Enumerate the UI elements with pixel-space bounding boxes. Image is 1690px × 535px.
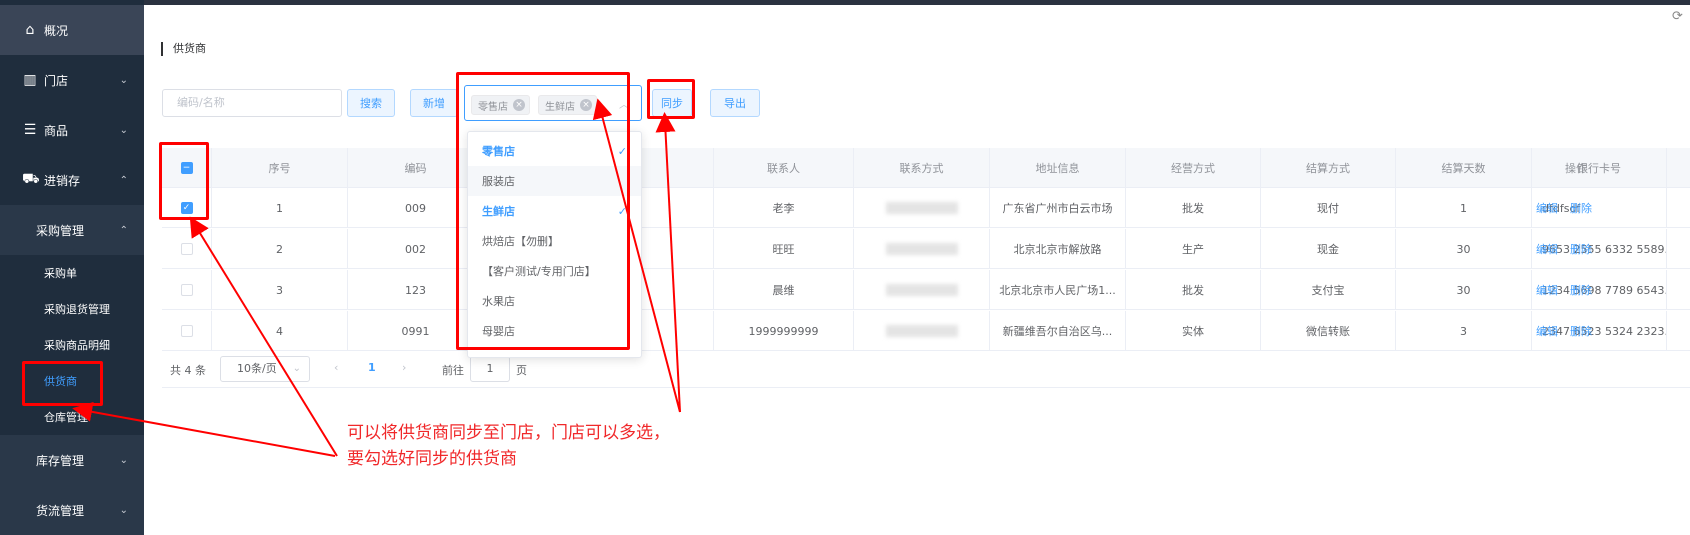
annotation-text: 可以将供货商同步至门店，门店可以多选， 要勾选好同步的供货商 [347, 420, 670, 472]
annotation-arrows [72, 98, 681, 457]
annotation-line: 要勾选好同步的供货商 [347, 449, 517, 469]
arrow-to-sidebar [72, 401, 336, 457]
column-header: 操作 [1565, 162, 1587, 175]
arrow-to-select [592, 98, 681, 413]
annotation-line: 可以将供货商同步至门店，门店可以多选， [347, 423, 670, 443]
arrow-to-sync [655, 112, 681, 413]
arrow-to-checkbox [189, 216, 338, 457]
